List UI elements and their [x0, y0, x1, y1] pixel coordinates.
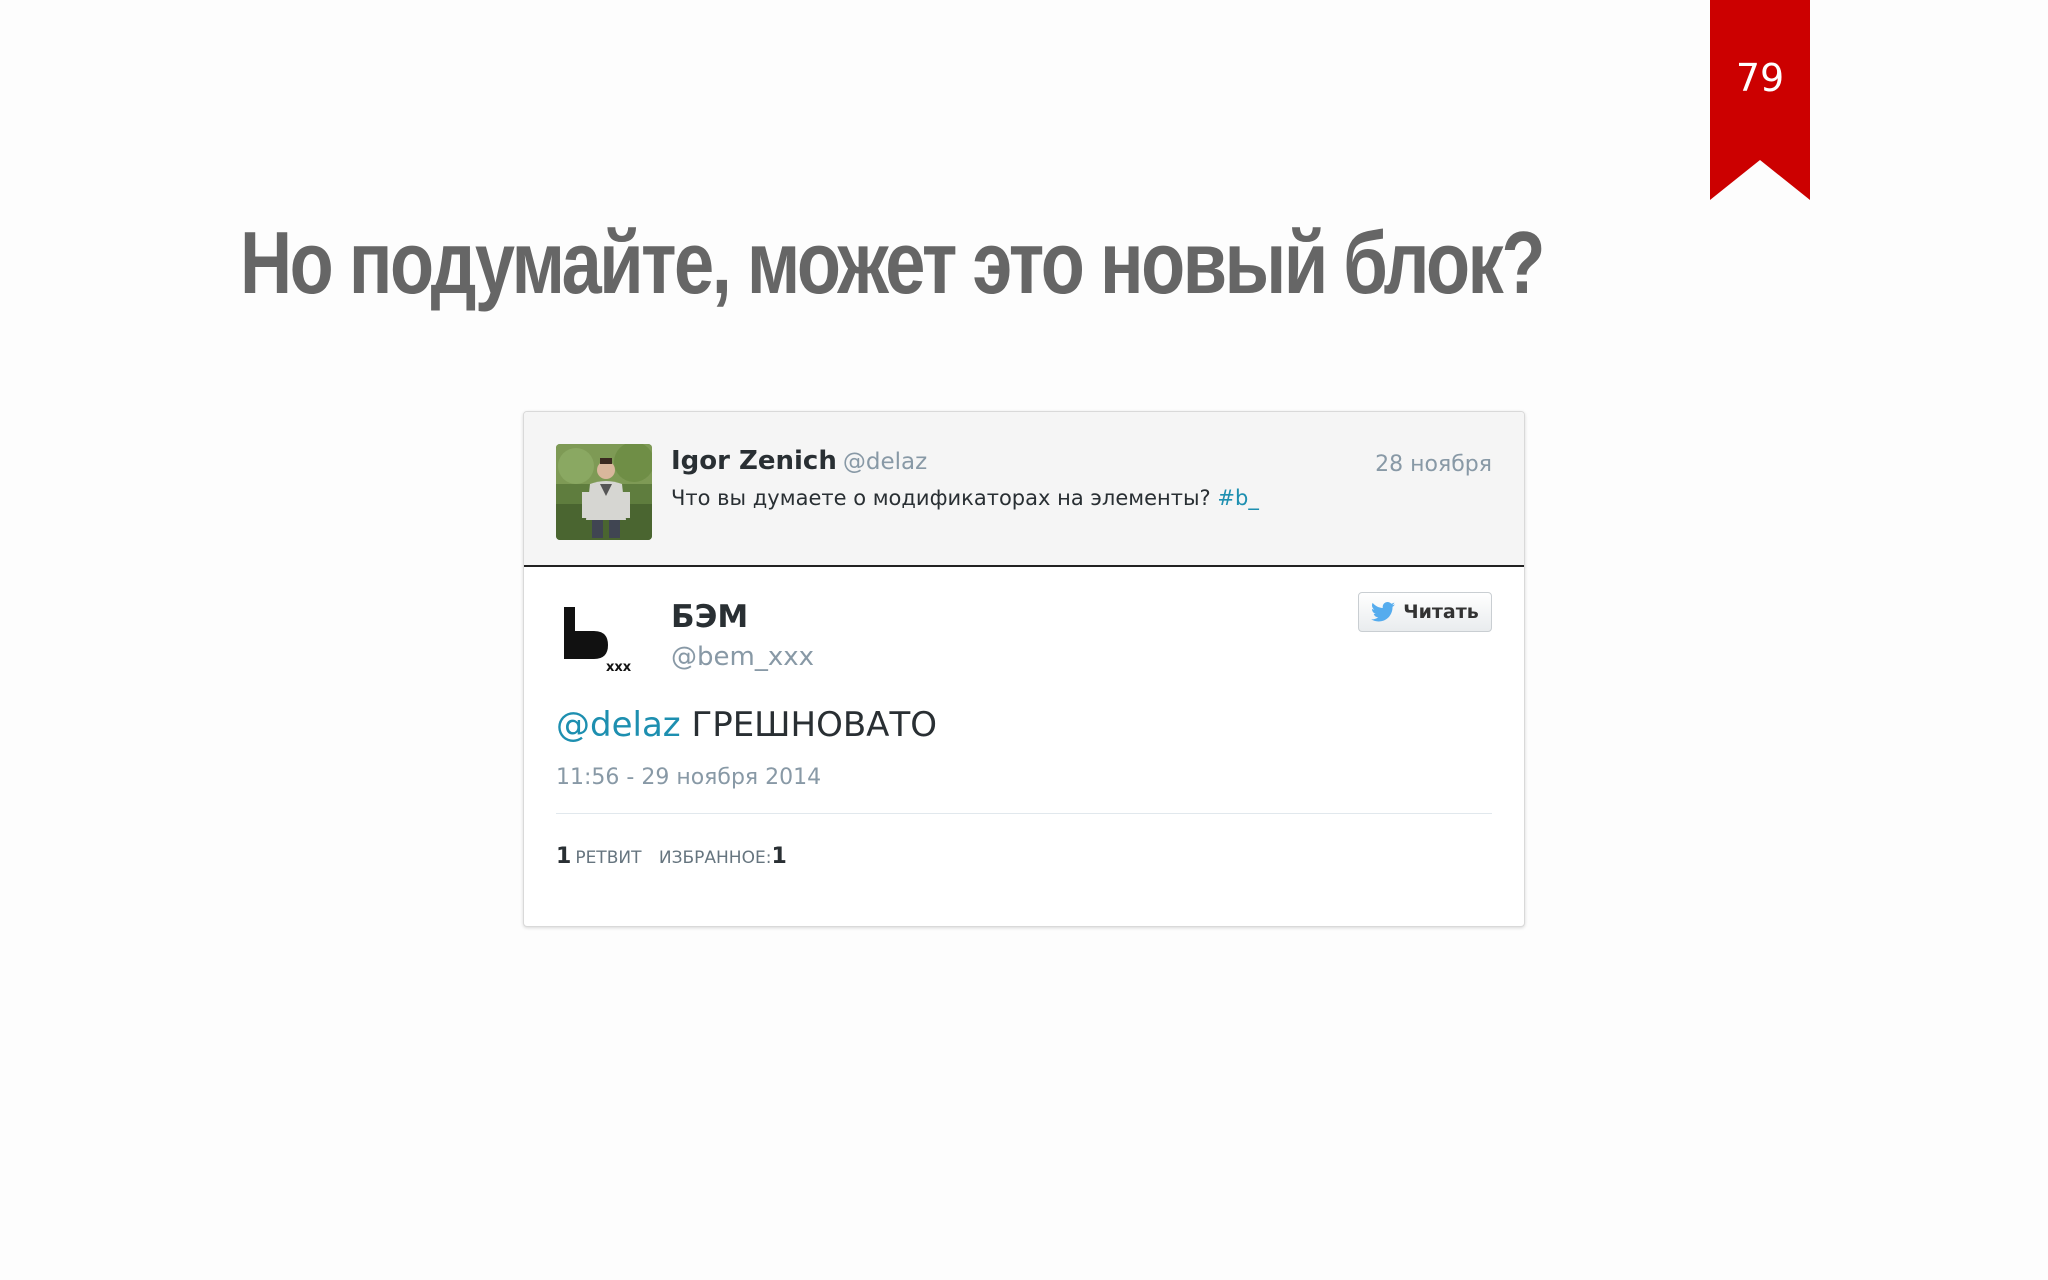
tweet-text: @delaz ГРЕШНОВАТО [556, 705, 937, 745]
main-tweet: xxx БЭМ @bem_xxx Читать @delaz ГРЕШНОВАТ… [524, 569, 1524, 926]
slide: 79 Но подумайте, может это новый блок? I… [0, 0, 2048, 1280]
reply-author-name[interactable]: Igor Zenich [671, 446, 837, 476]
reply-text-body: Что вы думаете о модификаторах на элемен… [671, 486, 1211, 510]
retweets-stat[interactable]: 1 ретвит [556, 844, 642, 869]
mention-link[interactable]: @delaz [556, 705, 681, 745]
bem-logo-subscript: xxx [606, 660, 632, 675]
follow-button[interactable]: Читать [1358, 592, 1492, 632]
tweet-stats: 1 ретвит избранное:1 [556, 844, 803, 869]
favorites-stat[interactable]: избранное:1 [658, 844, 791, 869]
twitter-bird-icon [1371, 602, 1396, 622]
tweet-timestamp[interactable]: 11:56 - 29 ноября 2014 [556, 765, 821, 790]
bem-logo[interactable]: xxx [564, 605, 644, 675]
reply-date[interactable]: 28 ноября [1375, 452, 1492, 477]
retweets-label: ретвит [575, 848, 642, 868]
avatar[interactable] [556, 444, 652, 540]
reply-text: Что вы думаете о модификаторах на элемен… [671, 486, 1259, 510]
slide-number: 79 [1735, 56, 1785, 100]
slide-title: Но подумайте, может это новый блок? [240, 213, 1545, 312]
embedded-tweet: Igor Zenich @delaz 28 ноября Что вы думае… [523, 411, 1525, 927]
divider [556, 813, 1492, 814]
reply-author-handle[interactable]: @delaz [843, 449, 927, 475]
hashtag-link[interactable]: #b_ [1217, 486, 1258, 510]
favorites-label: избранное: [658, 848, 772, 868]
author-name[interactable]: БЭМ [671, 599, 748, 635]
tweet-text-body: ГРЕШНОВАТО [691, 705, 937, 745]
retweets-count: 1 [556, 844, 572, 869]
slide-number-bookmark: 79 [1710, 0, 1810, 200]
author-handle[interactable]: @bem_xxx [671, 642, 814, 672]
avatar-photo-icon [556, 444, 652, 540]
reply-author[interactable]: Igor Zenich @delaz [671, 446, 927, 476]
bem-logo-icon: xxx [564, 607, 632, 675]
in-reply-to-tweet[interactable]: Igor Zenich @delaz 28 ноября Что вы думае… [524, 412, 1524, 567]
follow-button-label: Читать [1403, 601, 1479, 623]
favorites-count: 1 [771, 844, 787, 869]
